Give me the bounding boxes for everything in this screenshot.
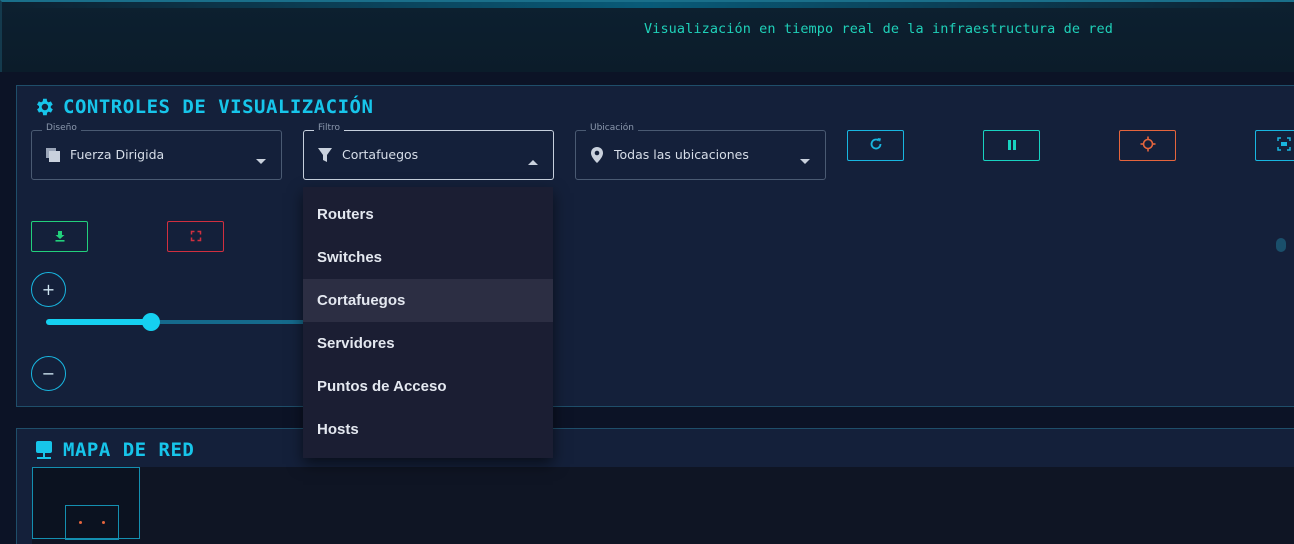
network-map-canvas[interactable]	[32, 467, 1294, 544]
menu-item-switches[interactable]: Switches	[303, 236, 553, 279]
controls-title: CONTROLES DE VISUALIZACIÓN	[33, 96, 373, 118]
minimap-node	[79, 521, 82, 524]
chevron-up-icon	[527, 151, 539, 165]
network-map-panel: MAPA DE RED	[16, 428, 1294, 544]
zoom-in-button[interactable]: +	[31, 272, 66, 307]
download-icon	[54, 227, 66, 246]
controls-title-text: CONTROLES DE VISUALIZACIÓN	[63, 96, 374, 118]
filter-dropdown-menu: Routers Switches Cortafuegos Servidores …	[303, 187, 553, 458]
map-title: MAPA DE RED	[33, 439, 194, 461]
location-select-label: Ubicación	[586, 123, 638, 133]
visualization-controls-panel: CONTROLES DE VISUALIZACIÓN Diseño Fuerza…	[16, 85, 1294, 407]
filter-select-label: Filtro	[314, 123, 345, 133]
location-pin-icon	[588, 146, 606, 164]
menu-item-cortafuegos[interactable]: Cortafuegos	[303, 279, 553, 322]
fullscreen-button[interactable]	[167, 221, 224, 252]
center-button[interactable]	[1119, 130, 1176, 161]
refresh-icon	[869, 136, 883, 155]
map-title-text: MAPA DE RED	[63, 439, 195, 461]
layout-select-value: Fuerza Dirigida	[70, 147, 165, 162]
minimap-viewport[interactable]	[65, 505, 119, 540]
fit-screen-icon	[1276, 136, 1291, 155]
minimap-node	[102, 521, 105, 524]
menu-item-puntos-de-acceso[interactable]: Puntos de Acceso	[303, 365, 553, 408]
filter-icon	[316, 146, 334, 164]
zoom-slider-thumb[interactable]	[141, 313, 160, 331]
filter-select-value: Cortafuegos	[342, 147, 419, 162]
scroll-indicator	[1276, 238, 1286, 252]
pause-button[interactable]	[983, 130, 1040, 161]
crosshair-icon	[1140, 136, 1156, 156]
fullscreen-icon	[190, 227, 202, 246]
zoom-out-button[interactable]: −	[31, 356, 66, 391]
menu-item-servidores[interactable]: Servidores	[303, 322, 553, 365]
chevron-down-icon	[255, 151, 267, 164]
gear-icon	[33, 96, 55, 118]
location-select[interactable]: Ubicación Todas las ubicaciones	[575, 123, 826, 180]
zoom-slider-fill	[46, 319, 151, 325]
minimap[interactable]	[32, 467, 140, 540]
filter-select[interactable]: Filtro Cortafuegos	[303, 123, 554, 180]
header-glow	[2, 2, 1294, 8]
menu-item-hosts[interactable]: Hosts	[303, 408, 553, 451]
pause-icon	[1006, 136, 1018, 155]
zoom-slider[interactable]	[46, 313, 308, 331]
network-icon	[33, 439, 55, 461]
location-select-value: Todas las ubicaciones	[614, 147, 749, 162]
refresh-button[interactable]	[847, 130, 904, 161]
menu-item-routers[interactable]: Routers	[303, 193, 553, 236]
layout-select-label: Diseño	[42, 123, 81, 133]
layout-select[interactable]: Diseño Fuerza Dirigida	[31, 123, 282, 180]
chevron-down-icon	[799, 151, 811, 164]
layers-icon	[44, 146, 62, 164]
download-button[interactable]	[31, 221, 88, 252]
header-subtitle: Visualización en tiempo real de la infra…	[644, 21, 1113, 37]
app-header: Visualización en tiempo real de la infra…	[0, 0, 1294, 72]
fit-screen-button[interactable]	[1255, 130, 1294, 161]
